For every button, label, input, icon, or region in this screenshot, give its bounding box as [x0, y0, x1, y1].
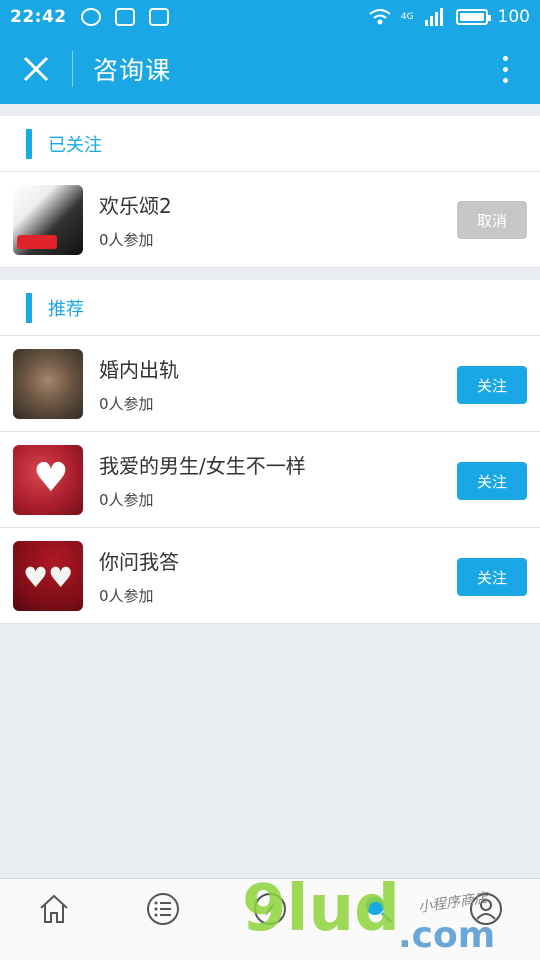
battery-icon [455, 9, 491, 25]
follow-button[interactable]: 关注 [457, 462, 527, 500]
close-button[interactable] [0, 34, 72, 104]
course-thumbnail [13, 348, 83, 419]
course-item[interactable]: 我爱的男生/女生不一样 0人参加 关注 [0, 432, 540, 528]
watermark-domain: .com [398, 915, 496, 956]
more-dot-icon [502, 55, 508, 61]
section-marker [26, 292, 32, 323]
section-marker [26, 128, 32, 159]
section-gap [0, 268, 540, 280]
network-type-label: 4G [400, 12, 414, 22]
page-title: 咨询课 [93, 56, 172, 85]
course-thumbnail [13, 540, 83, 611]
course-thumbnail [13, 444, 83, 515]
followed-section: 已关注 欢乐颂2 0人参加 取消 [0, 116, 540, 268]
section-header: 推荐 [0, 280, 540, 336]
section-header: 已关注 [0, 116, 540, 172]
section-title: 已关注 [48, 134, 102, 156]
qq-notification-icon [148, 8, 169, 26]
more-options-button[interactable] [470, 34, 540, 104]
app-bar: 咨询课 [0, 34, 540, 104]
status-bar: 22:42 4G 100 [0, 0, 540, 34]
recommended-section: 推荐 婚内出轨 0人参加 关注 我爱的男生/女生不一样 0人参加 关注 你问我答… [0, 280, 540, 624]
app-notification-icon [80, 8, 101, 26]
watermark-logo: 9lud [242, 872, 400, 946]
nav-list[interactable] [145, 891, 181, 927]
section-gap [0, 104, 540, 116]
close-icon [23, 56, 49, 82]
course-item[interactable]: 欢乐颂2 0人参加 取消 [0, 172, 540, 268]
battery-level: 100 [497, 7, 530, 27]
wifi-icon [369, 9, 391, 25]
more-dot-icon [502, 66, 508, 72]
cell-signal-icon [424, 8, 443, 26]
app-bar-divider [72, 51, 73, 87]
course-item[interactable]: 你问我答 0人参加 关注 [0, 528, 540, 624]
section-title: 推荐 [48, 298, 84, 320]
follow-button[interactable]: 关注 [457, 558, 527, 596]
home-icon [40, 894, 68, 923]
follow-button[interactable]: 关注 [457, 366, 527, 404]
list-icon [147, 893, 179, 925]
more-dot-icon [502, 77, 508, 83]
course-thumbnail [13, 184, 83, 255]
notification-icons [80, 8, 169, 26]
unfollow-button[interactable]: 取消 [457, 201, 527, 239]
nav-home[interactable] [36, 891, 72, 927]
course-item[interactable]: 婚内出轨 0人参加 关注 [0, 336, 540, 432]
main-content: 已关注 欢乐颂2 0人参加 取消 推荐 婚内出轨 0人参加 关注 ♥ 我爱的男生… [0, 104, 540, 624]
status-time: 22:42 [10, 7, 67, 27]
message-notification-icon [114, 8, 135, 26]
